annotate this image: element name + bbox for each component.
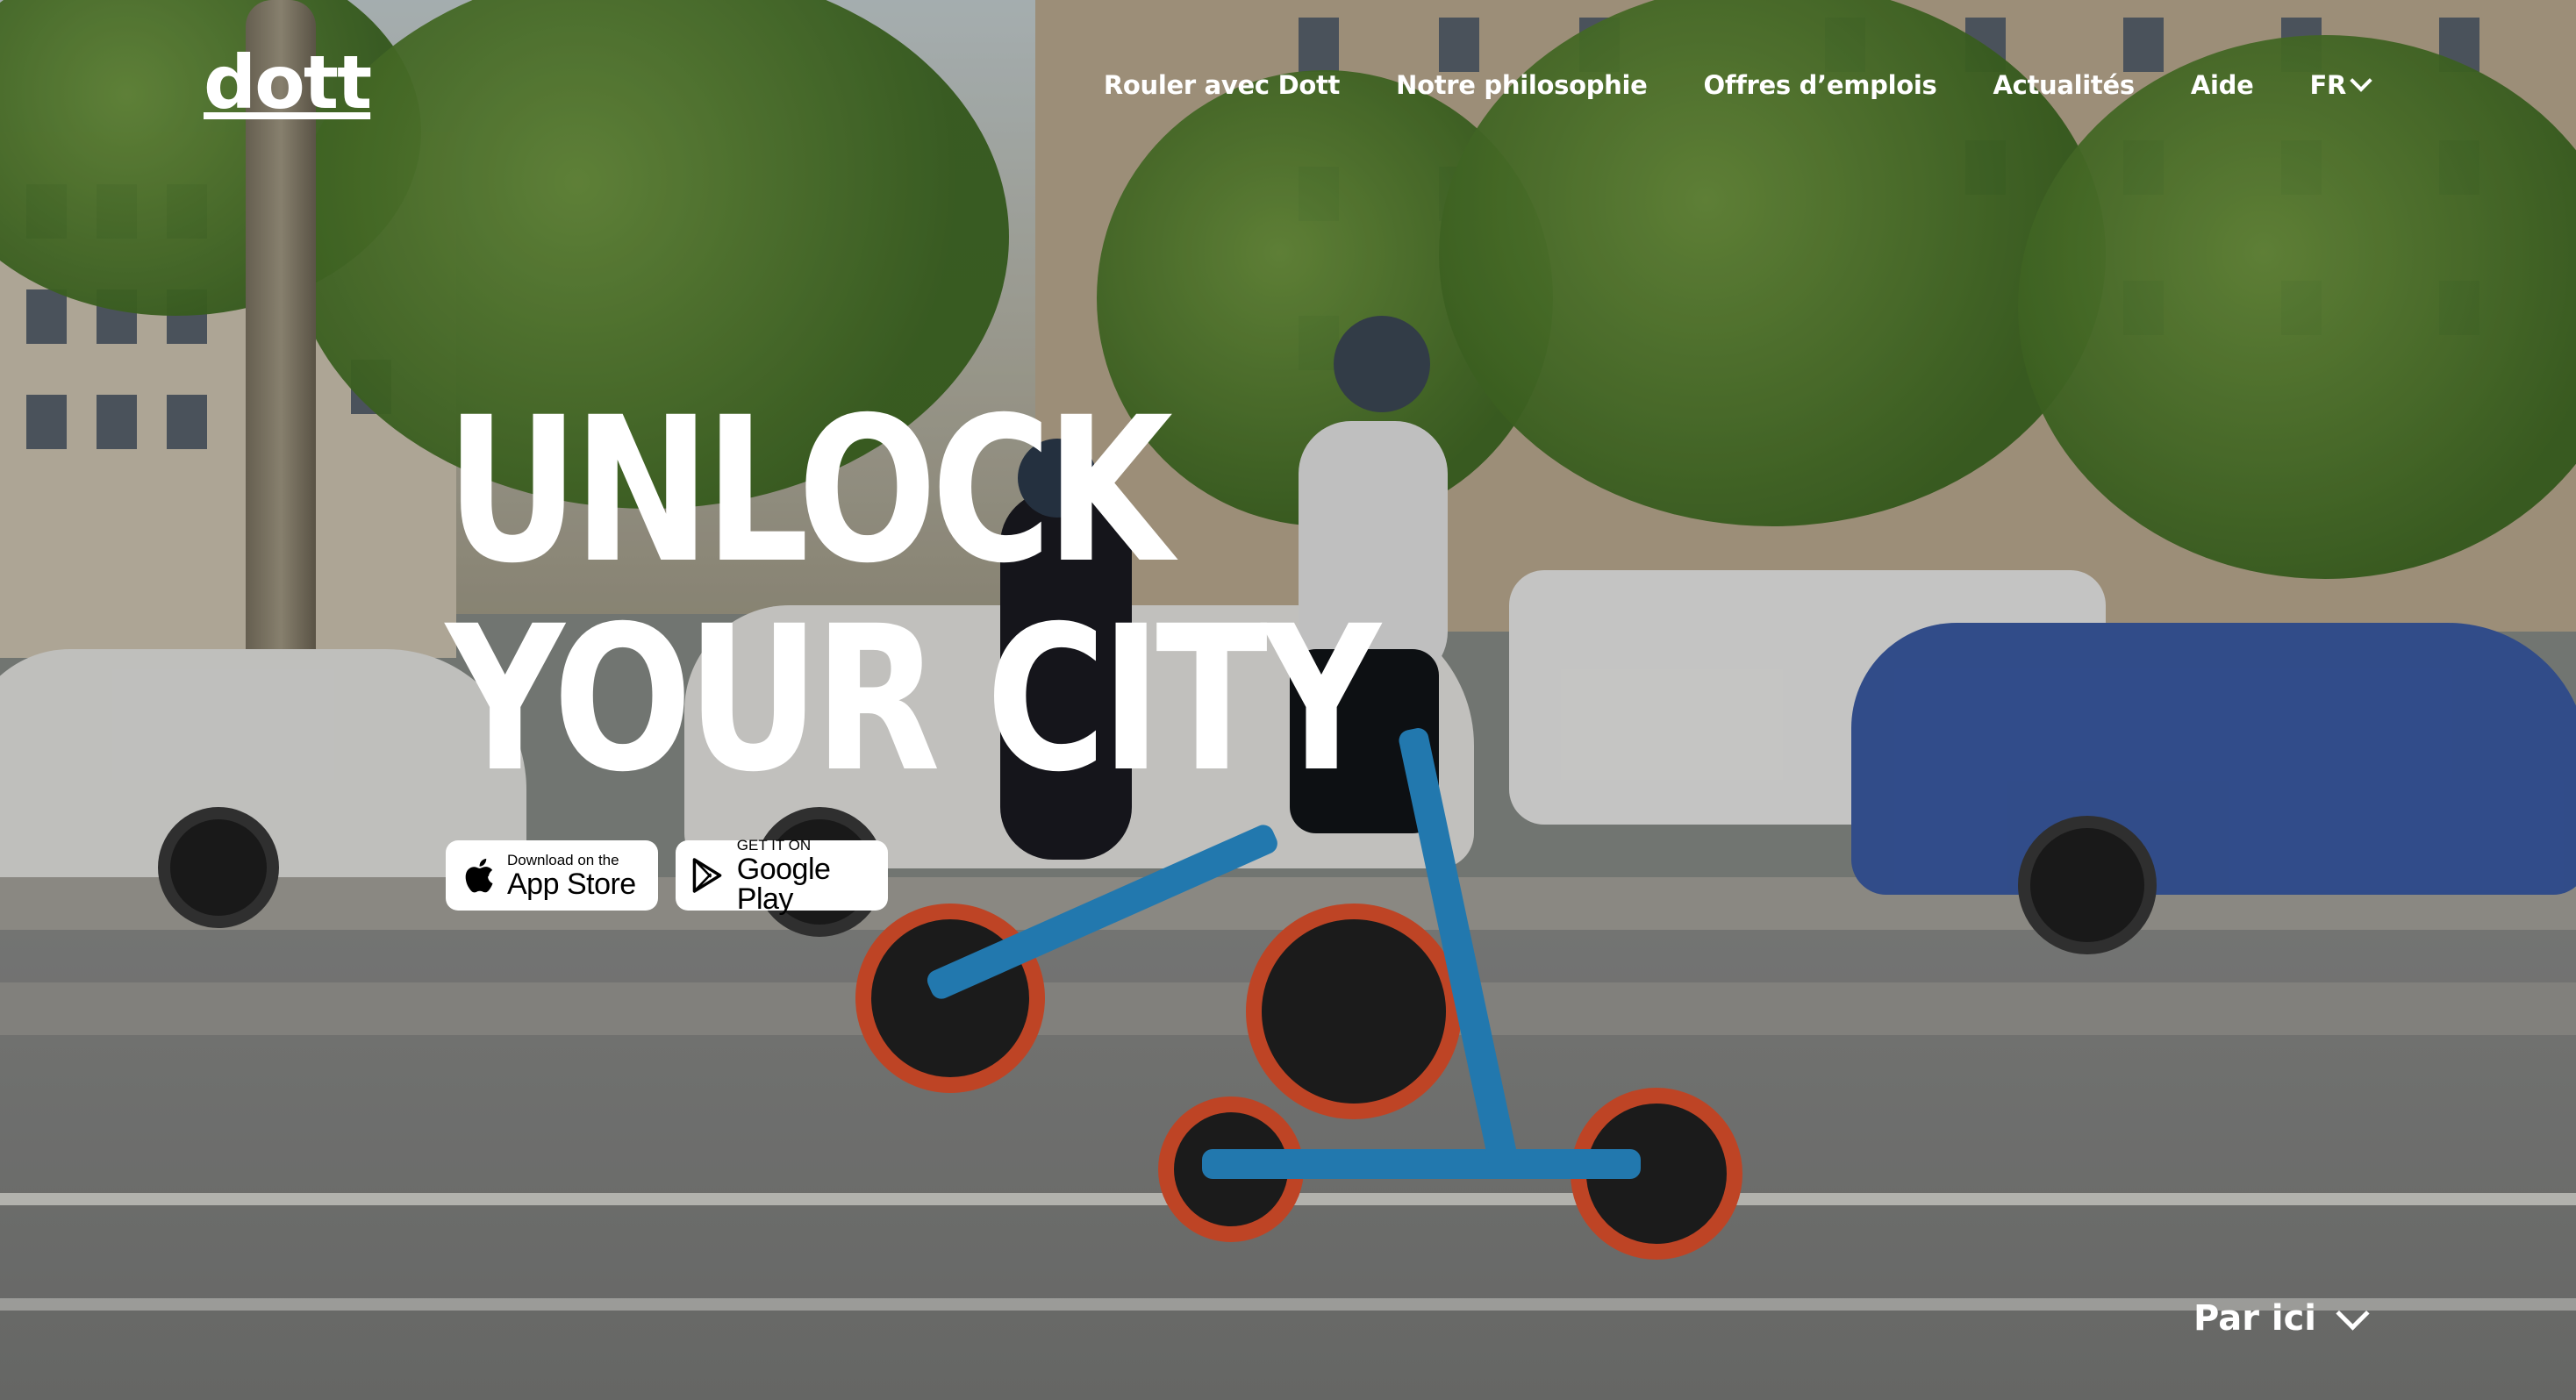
nav-item-aide[interactable]: Aide [2191, 70, 2254, 100]
nav-item-rouler-avec-dott[interactable]: Rouler avec Dott [1104, 70, 1341, 100]
google-play-button[interactable]: GET IT ON Google Play [676, 838, 888, 914]
nav-item-actualites[interactable]: Actualités [1993, 70, 2135, 100]
app-store-text: Download on the App Store [507, 853, 636, 899]
language-label: FR [2309, 70, 2346, 100]
app-store-button[interactable]: Download on the App Store [446, 840, 658, 911]
apple-icon [465, 858, 493, 893]
hero-headline: UNLOCK YOUR CITY [446, 374, 1381, 816]
nav-item-notre-philosophie[interactable]: Notre philosophie [1396, 70, 1648, 100]
nav-item-offres-emplois[interactable]: Offres d’emplois [1704, 70, 1937, 100]
app-store-small-text: Download on the [507, 851, 619, 868]
headline-line-1: UNLOCK [446, 374, 1173, 607]
headline-line-2: YOUR CITY [446, 582, 1381, 816]
dott-logo[interactable]: dott [204, 46, 372, 119]
google-play-text: GET IT ON Google Play [737, 838, 872, 914]
google-play-icon [692, 858, 722, 893]
google-play-small-text: GET IT ON [736, 836, 812, 854]
site-header: dott Rouler avec Dott Notre philosophie … [0, 0, 2576, 175]
app-store-badges: Download on the App Store GET IT ON Goog… [446, 838, 888, 914]
chevron-down-icon [2350, 69, 2372, 92]
app-store-big-text: App Store [507, 867, 636, 901]
language-selector[interactable]: FR [2309, 69, 2372, 100]
google-play-big-text: Google Play [736, 852, 831, 916]
scroll-down-link[interactable]: Par ici [2193, 1296, 2370, 1339]
main-nav: Rouler avec Dott Notre philosophie Offre… [1104, 69, 2372, 100]
chevron-down-icon [2336, 1296, 2370, 1331]
scroll-down-label: Par ici [2193, 1298, 2317, 1339]
